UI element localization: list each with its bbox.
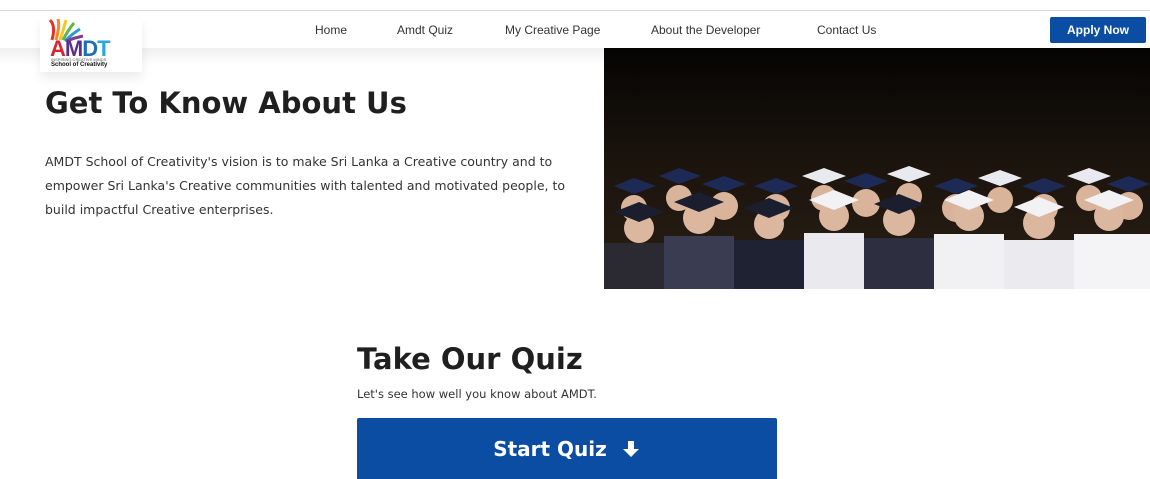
nav-link-amdt-quiz[interactable]: Amdt Quiz (397, 23, 453, 37)
about-paragraph: AMDT School of Creativity's vision is to… (45, 154, 566, 217)
logo-subtitle: School of Creativity (51, 62, 108, 68)
nav-link-my-creative-page[interactable]: My Creative Page (505, 23, 600, 37)
graduation-photo (604, 48, 1150, 289)
about-title: Get To Know About Us (45, 86, 407, 120)
apply-now-button[interactable]: Apply Now (1050, 17, 1146, 43)
start-quiz-button[interactable]: Start Quiz (357, 418, 777, 479)
start-quiz-label: Start Quiz (493, 436, 607, 461)
quiz-title: Take Our Quiz (357, 342, 583, 376)
logo[interactable]: AMDT INSPIRING CREATIVE MINDS School of … (40, 17, 142, 72)
graduation-photo-illustration (604, 48, 1150, 289)
nav-link-home[interactable]: Home (315, 23, 347, 37)
nav-link-contact-us[interactable]: Contact Us (817, 23, 876, 37)
navbar: Home Amdt Quiz My Creative Page About th… (0, 11, 1150, 48)
arrow-down-icon (622, 440, 639, 457)
quiz-subtitle: Let's see how well you know about AMDT. (357, 387, 597, 401)
nav-link-about-developer[interactable]: About the Developer (651, 23, 760, 37)
